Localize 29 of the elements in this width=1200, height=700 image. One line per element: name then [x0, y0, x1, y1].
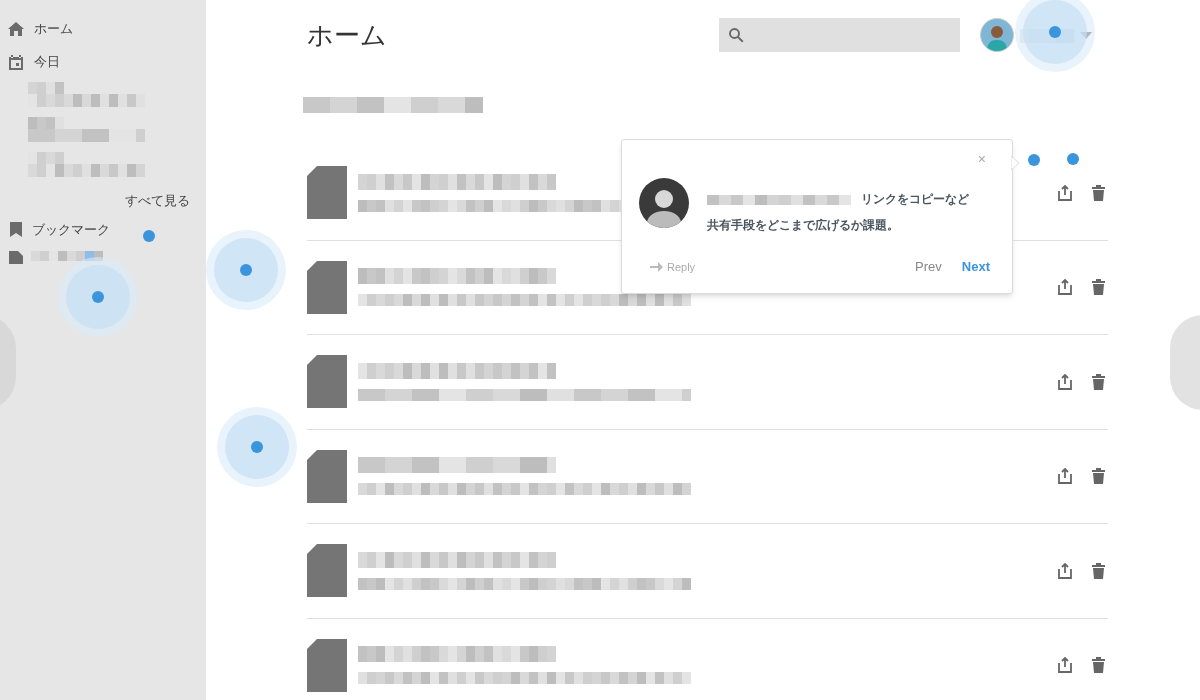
prev-button[interactable]: Prev — [915, 257, 942, 277]
calendar-icon — [8, 54, 24, 70]
reply-arrow-icon — [650, 261, 663, 272]
document-icon — [9, 250, 23, 264]
search-field[interactable] — [719, 18, 960, 52]
page-title: ホーム — [307, 18, 388, 52]
share-button[interactable] — [1055, 560, 1075, 581]
sidebar-item[interactable]: 今日 — [0, 51, 206, 73]
user-avatar[interactable] — [980, 18, 1014, 52]
sidebar-item[interactable]: ブックマーク — [0, 218, 206, 241]
share-button[interactable] — [1055, 371, 1075, 392]
share-button[interactable] — [1055, 182, 1075, 203]
search-icon — [727, 26, 745, 44]
sidebar-item[interactable]: ホーム — [0, 18, 206, 40]
document-icon — [307, 166, 347, 220]
share-button[interactable] — [1055, 466, 1075, 487]
bookmark-icon — [10, 222, 22, 237]
document-icon — [307, 544, 347, 598]
document-icon — [307, 260, 347, 314]
home-icon — [8, 22, 24, 36]
blurred-text-drawing — [31, 250, 103, 261]
document-icon — [307, 638, 347, 692]
document-icon — [307, 355, 347, 409]
see-all-link[interactable]: すべて見る — [125, 191, 190, 211]
comment-message: リンクをコピーなど共有手段をどこまで広げるか課題。 — [707, 191, 969, 234]
share-button[interactable] — [1055, 655, 1075, 676]
commenter-avatar — [639, 178, 689, 228]
document-icon — [307, 449, 347, 503]
share-button[interactable] — [1055, 277, 1075, 298]
